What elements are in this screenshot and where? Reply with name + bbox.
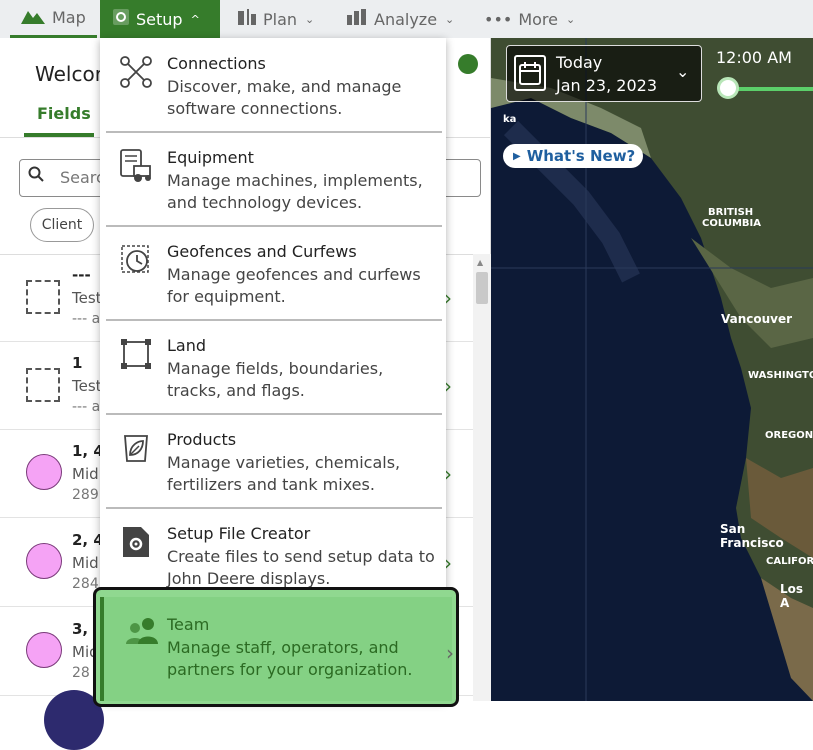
menu-item-description: Manage machines, implements, and technol… <box>167 171 423 212</box>
client-filter-chip[interactable]: Client <box>30 208 94 242</box>
map-city-label: San Francisco <box>720 522 784 550</box>
menu-item-description: Manage varieties, chemicals, fertilizers… <box>167 453 401 494</box>
more-dots-icon: ••• <box>484 9 513 29</box>
land-boundary-icon <box>118 336 154 372</box>
gear-icon <box>112 8 130 30</box>
time-slider-track[interactable] <box>728 87 813 91</box>
list-item-name: 1 <box>72 354 83 372</box>
add-icon[interactable] <box>458 54 478 74</box>
field-boundary-empty-icon <box>26 368 60 402</box>
bar-chart-icon <box>346 8 368 30</box>
nav-more-label: More <box>518 9 558 29</box>
field-boundary-icon <box>26 543 62 579</box>
list-item-client: Test <box>72 289 102 307</box>
scroll-up-icon[interactable]: ▲ <box>477 258 483 267</box>
chevron-down-icon: ⌄ <box>305 12 315 26</box>
field-boundary-empty-icon <box>26 280 60 314</box>
chevron-up-icon: ^ <box>190 12 200 26</box>
team-people-icon <box>124 617 160 647</box>
chevron-right-icon: › <box>446 641 454 665</box>
list-item-client: Mid <box>72 465 99 483</box>
geofence-clock-icon <box>118 242 154 278</box>
tab-fields[interactable]: Fields <box>37 104 91 123</box>
list-item-area: --- a <box>72 399 101 415</box>
chevron-down-icon: ⌄ <box>676 62 690 81</box>
whats-new-button[interactable]: ▶ What's New? <box>503 144 643 168</box>
menu-item-description: Discover, make, and manage software conn… <box>167 77 402 118</box>
menu-item-title: Setup File Creator <box>167 524 311 543</box>
menu-item-title: Connections <box>167 54 266 73</box>
menu-item-title: Team <box>167 615 210 634</box>
chevron-down-icon: ⌄ <box>445 12 455 26</box>
map-city-label: Vancouver <box>721 312 793 326</box>
nav-map-label: Map <box>52 8 86 27</box>
whats-new-label: What's New? <box>526 147 636 165</box>
nav-plan-label: Plan <box>263 9 298 29</box>
field-boundary-icon <box>26 454 62 490</box>
time-label: 12:00 AM <box>716 48 792 67</box>
menu-item-geofences[interactable]: Geofences and Curfews Manage geofences a… <box>100 226 446 319</box>
nav-plan-tab[interactable]: Plan ⌄ <box>237 0 327 38</box>
date-today-label: Today <box>556 53 603 72</box>
nav-setup-label: Setup <box>136 9 183 29</box>
menu-item-description: Manage staff, operators, and partners fo… <box>167 638 413 679</box>
list-item-area: 28 <box>72 665 90 681</box>
plan-icon <box>237 8 257 30</box>
menu-item-land[interactable]: Land Manage fields, boundaries, tracks, … <box>100 320 446 413</box>
menu-item-equipment[interactable]: Equipment Manage machines, implements, a… <box>100 132 446 225</box>
equipment-icon <box>118 148 154 184</box>
map-city-label: Los A <box>780 582 804 610</box>
nav-more-tab[interactable]: ••• More ⌄ <box>484 0 584 38</box>
list-item-area: 289 <box>72 487 99 503</box>
list-item-area: --- a <box>72 311 101 327</box>
menu-item-title: Land <box>167 336 207 355</box>
menu-item-description: Manage geofences and curfews for equipme… <box>167 265 421 306</box>
list-item-client: Test <box>72 377 102 395</box>
map-label: OREGON <box>765 430 813 441</box>
search-icon <box>28 166 44 186</box>
menu-item-title: Equipment <box>167 148 254 167</box>
scroll-thumb[interactable] <box>476 272 488 304</box>
chevron-down-icon: ⌄ <box>565 12 576 26</box>
menu-item-team[interactable]: Team Manage staff, operators, and partne… <box>100 597 454 701</box>
time-slider-handle[interactable] <box>717 77 739 99</box>
menu-item-title: Geofences and Curfews <box>167 242 357 261</box>
nav-analyze-label: Analyze <box>374 9 438 29</box>
map-label: ka <box>503 114 517 125</box>
welcome-title: Welcor <box>35 62 103 86</box>
date-value: Jan 23, 2023 <box>556 76 657 95</box>
calendar-icon <box>514 55 546 91</box>
list-item-name: --- <box>72 266 91 284</box>
field-boundary-icon <box>26 632 62 668</box>
map-label: CALIFOR <box>766 556 813 567</box>
list-scrollbar[interactable] <box>473 254 491 701</box>
map-label: WASHINGTO <box>748 370 813 381</box>
menu-item-connections[interactable]: Connections Discover, make, and manage s… <box>100 38 446 131</box>
nav-analyze-tab[interactable]: Analyze ⌄ <box>346 0 461 38</box>
search-placeholder: Searc <box>60 168 105 187</box>
map-label: BRITISH <box>708 207 754 218</box>
file-gear-icon <box>118 524 154 560</box>
menu-item-title: Products <box>167 430 237 449</box>
menu-item-products[interactable]: Products Manage varieties, chemicals, fe… <box>100 414 446 507</box>
top-nav: Map Setup ^ Plan ⌄ Analyze ⌄ ••• More ⌄ <box>0 0 813 38</box>
caret-right-icon: ▶ <box>513 150 521 162</box>
products-leaf-icon <box>118 430 154 466</box>
connections-icon <box>118 54 154 90</box>
list-item-client: Mid <box>72 554 99 572</box>
map-label: COLUMBIA <box>702 218 762 229</box>
nav-setup-tab[interactable]: Setup ^ <box>100 0 220 38</box>
map-icon <box>20 7 46 29</box>
nav-map-tab[interactable]: Map <box>10 0 97 38</box>
menu-item-description: Create files to send setup data to John … <box>167 547 435 588</box>
menu-item-description: Manage fields, boundaries, tracks, and f… <box>167 359 384 400</box>
